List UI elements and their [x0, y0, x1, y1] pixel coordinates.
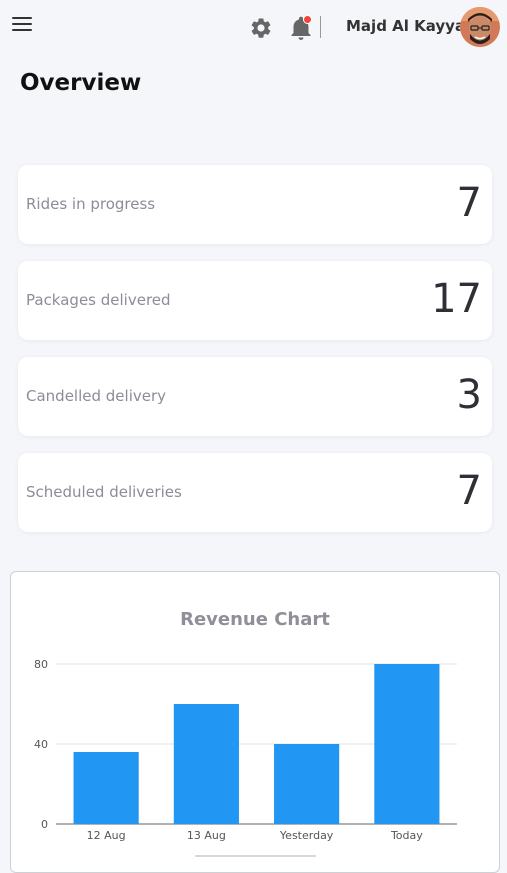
x-tick-label: 13 Aug — [187, 829, 226, 842]
stat-label: Packages delivered — [26, 291, 171, 309]
revenue-chart-card: Revenue Chart 0 40 80 12 Aug 13 Aug Yesterday… — [10, 571, 500, 873]
stat-label: Rides in progress — [26, 195, 156, 213]
y-tick-label: 40 — [34, 738, 48, 751]
bar[interactable] — [374, 664, 440, 824]
revenue-chart: 0 40 80 12 Aug 13 Aug Yesterday Today — [34, 658, 457, 842]
avatar[interactable] — [460, 7, 500, 47]
header-divider — [320, 16, 321, 38]
x-tick-label: Today — [390, 829, 423, 842]
x-tick-label: 12 Aug — [87, 829, 126, 842]
stat-label: Scheduled deliveries — [26, 483, 182, 501]
stat-value: 7 — [456, 180, 482, 226]
x-tick-label: Yesterday — [279, 829, 334, 842]
notification-dot — [303, 15, 312, 24]
page-title: Overview — [20, 70, 142, 96]
stat-card-scheduled-deliveries[interactable]: Scheduled deliveries 7 — [18, 453, 492, 532]
stat-value: 7 — [456, 468, 482, 514]
y-tick-label: 0 — [41, 818, 48, 831]
top-bar: Majd Al Kayyal — [0, 0, 507, 56]
stat-card-cancelled-delivery[interactable]: Candelled delivery 3 — [18, 357, 492, 436]
stat-card-packages-delivered[interactable]: Packages delivered 17 — [18, 261, 492, 340]
stat-card-rides-in-progress[interactable]: Rides in progress 7 — [18, 165, 492, 244]
bar[interactable] — [73, 752, 139, 824]
user-name[interactable]: Majd Al Kayyal — [346, 17, 470, 35]
gear-icon[interactable] — [249, 16, 273, 40]
bell-icon[interactable] — [289, 15, 313, 41]
stat-value: 17 — [431, 276, 482, 322]
bar[interactable] — [173, 704, 239, 824]
stat-label: Candelled delivery — [26, 387, 167, 405]
scrollbar[interactable] — [195, 855, 316, 857]
hamburger-menu-icon[interactable] — [12, 17, 32, 37]
y-tick-label: 80 — [34, 658, 48, 671]
bar[interactable] — [274, 744, 340, 824]
stat-value: 3 — [456, 372, 482, 418]
